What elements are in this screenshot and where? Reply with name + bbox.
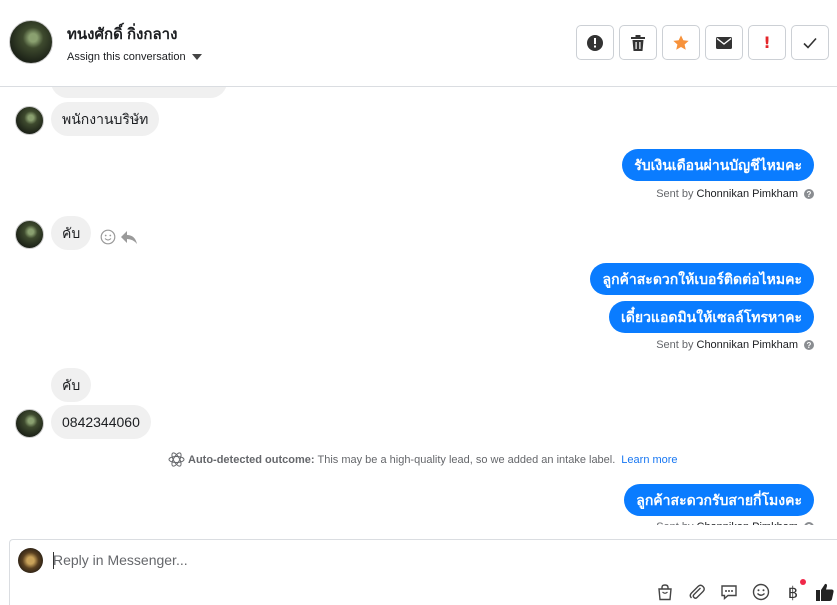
auto-detected-label: Auto-detected outcome: [188, 453, 315, 466]
sender-name: Chonnikan Pimkham [697, 521, 799, 525]
help-icon[interactable]: ? [804, 340, 814, 350]
composer-toolbar: ฿ [655, 579, 835, 602]
mark-done-button[interactable] [791, 25, 829, 60]
shop-button[interactable] [655, 582, 675, 602]
payment-button[interactable]: ฿ [783, 579, 806, 602]
sender-name: Chonnikan Pimkham [696, 339, 799, 351]
mark-unread-button[interactable] [705, 25, 743, 60]
auto-detected-outcome: Auto-detected outcome: This may be a hig… [168, 452, 678, 467]
message-incoming[interactable]: พนักงานบริษัท [51, 102, 160, 136]
sent-by-label: Sent by Chonnikan Pimkham ? [656, 339, 814, 351]
send-like-button[interactable] [815, 582, 835, 602]
help-icon[interactable]: ? [804, 189, 814, 199]
emoji-react-icon[interactable] [100, 229, 116, 245]
reply-composer: ฿ [9, 539, 837, 605]
reply-input[interactable] [53, 552, 653, 568]
star-icon [673, 34, 689, 50]
star-button[interactable] [662, 25, 700, 60]
chat-bubble-icon [721, 585, 737, 601]
message-outgoing[interactable]: เดี๋ยวแอดมินให้เซลล์โทรหาคะ [608, 301, 814, 333]
sender-avatar [15, 220, 44, 249]
emoji-button[interactable] [751, 582, 771, 602]
message-incoming[interactable]: คับ [51, 368, 92, 402]
caret-down-icon [191, 54, 202, 60]
atom-icon [168, 452, 185, 467]
paperclip-icon [689, 584, 705, 599]
contact-avatar[interactable] [9, 20, 53, 64]
delete-button[interactable] [619, 25, 657, 60]
learn-more-link[interactable]: Learn more [621, 454, 677, 466]
contact-name[interactable]: ทนงศักดิ์ กิ่งกลาง [67, 22, 177, 46]
reply-icon[interactable] [120, 229, 138, 245]
auto-detected-text: This may be a high-quality lead, so we a… [317, 453, 616, 466]
message-outgoing[interactable]: ลูกค้าสะดวกรับสายกี่โมงคะ [624, 484, 814, 516]
baht-icon: ฿ [787, 582, 799, 602]
message-outgoing[interactable]: รับเงินเดือนผ่านบัญชีไหมคะ [622, 149, 814, 181]
mark-important-button[interactable]: ! [748, 25, 786, 60]
checkmark-icon [803, 37, 817, 49]
sender-name: Chonnikan Pimkham [696, 188, 799, 200]
notification-dot [800, 579, 806, 585]
message-incoming-partial[interactable] [51, 87, 227, 98]
mail-icon [716, 36, 732, 49]
saved-replies-button[interactable] [719, 582, 739, 602]
mark-spam-button[interactable] [576, 25, 614, 60]
attach-button[interactable] [687, 582, 707, 602]
assign-conversation-dropdown[interactable]: Assign this conversation [67, 51, 202, 63]
smiley-icon [752, 583, 770, 601]
help-icon[interactable]: ? [804, 522, 814, 525]
message-thread[interactable]: พนักงานบริษัท รับเงินเดือนผ่านบัญชีไหมคะ… [0, 87, 837, 525]
message-incoming[interactable]: 0842344060 [51, 405, 151, 439]
sent-by-label-partial: Sent by Chonnikan Pimkham ? [656, 521, 814, 525]
spam-report-icon [587, 34, 603, 51]
sender-avatar [15, 106, 44, 135]
message-hover-actions [100, 229, 138, 245]
page-avatar [18, 548, 43, 573]
sent-by-label: Sent by Chonnikan Pimkham ? [656, 188, 814, 200]
header-actions: ! [576, 25, 829, 60]
important-icon: ! [763, 33, 771, 52]
text-cursor [53, 552, 54, 569]
message-incoming[interactable]: คับ [51, 216, 92, 250]
shopping-bag-icon [658, 584, 672, 601]
conversation-header: ทนงศักดิ์ กิ่งกลาง Assign this conversat… [0, 0, 837, 87]
sender-avatar [15, 409, 44, 438]
thumbs-up-icon [816, 583, 834, 601]
assign-label: Assign this conversation [67, 51, 186, 63]
trash-icon [631, 34, 645, 51]
message-outgoing[interactable]: ลูกค้าสะดวกให้เบอร์ติดต่อไหมคะ [590, 263, 814, 295]
